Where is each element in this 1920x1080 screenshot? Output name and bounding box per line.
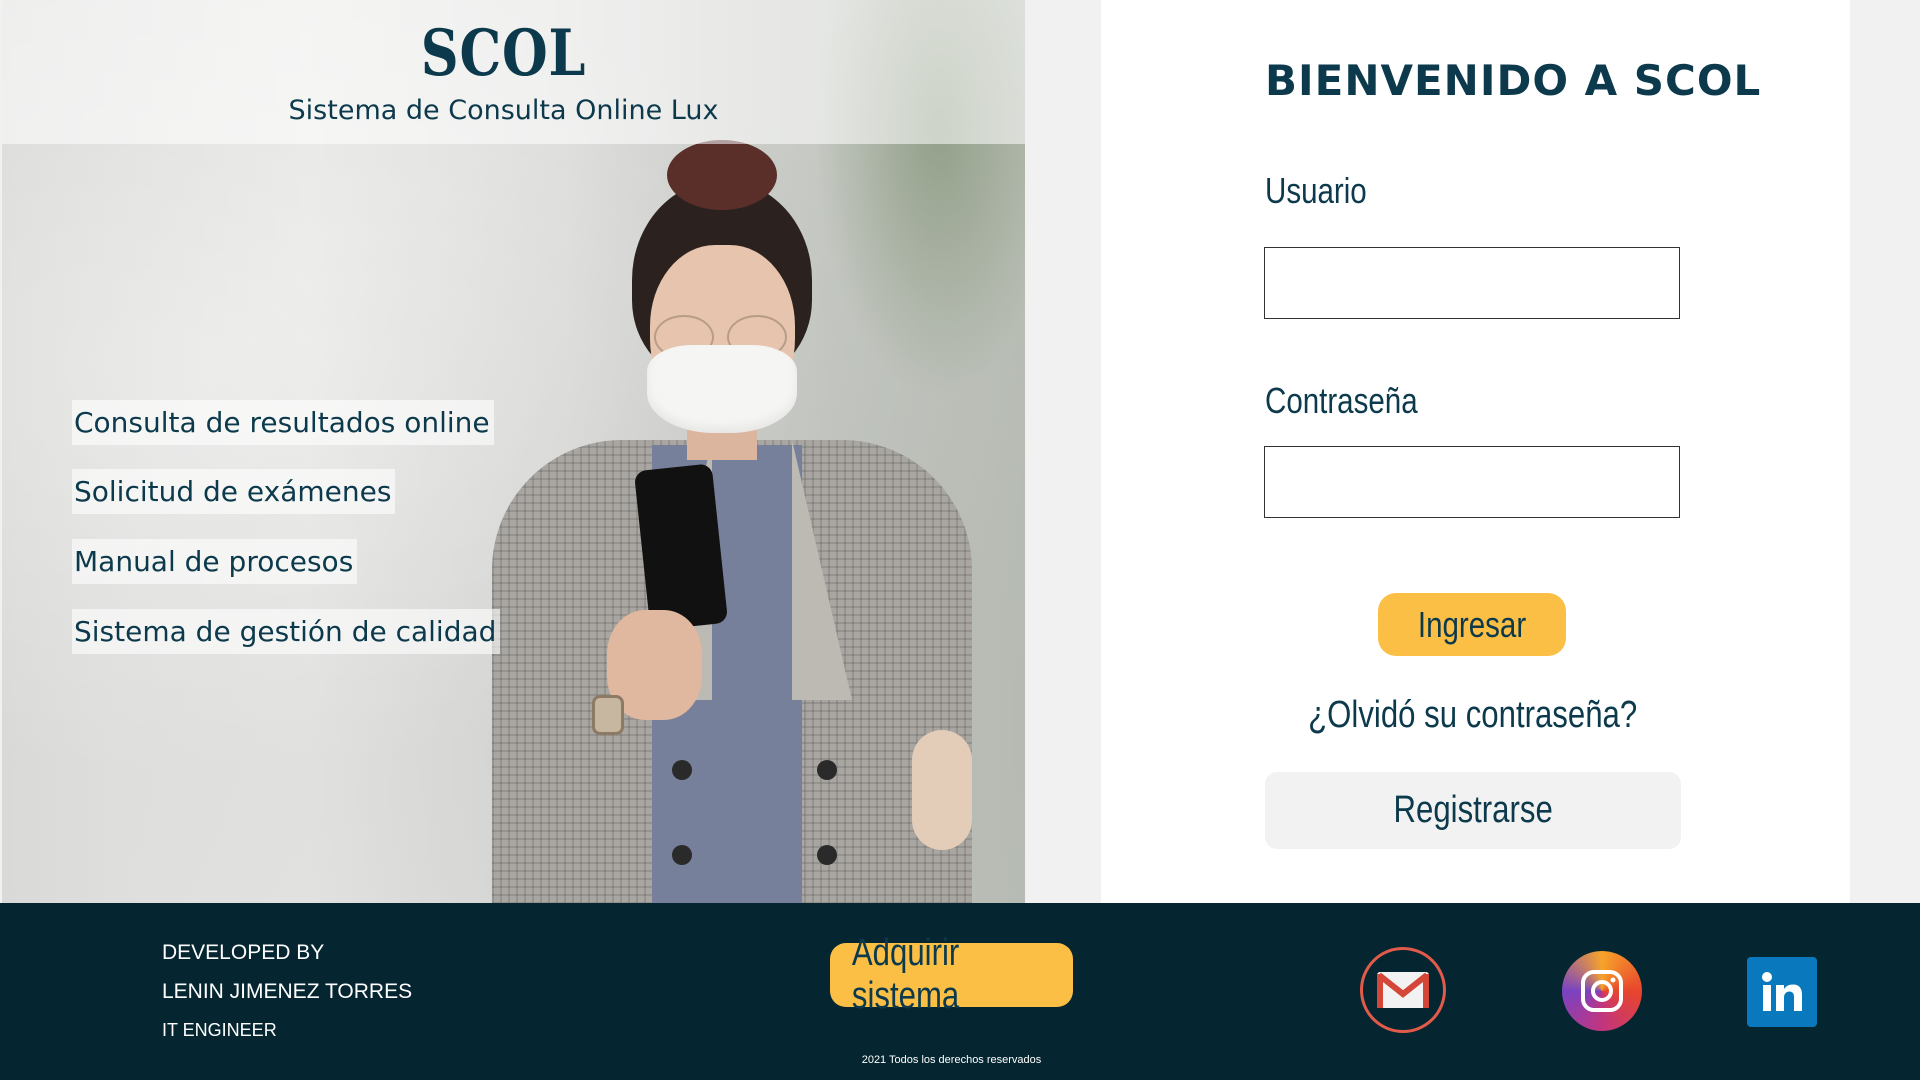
login-panel: BIENVENIDO A SCOL Usuario Contraseña Ing… bbox=[1101, 0, 1850, 903]
gmail-icon[interactable] bbox=[1360, 947, 1446, 1033]
woman-with-phone-illustration bbox=[482, 140, 1002, 903]
login-button-label: Ingresar bbox=[1417, 603, 1527, 645]
forgot-password-link[interactable]: ¿Olvidó su contraseña? bbox=[1265, 694, 1681, 737]
register-button-label: Registrarse bbox=[1393, 789, 1553, 831]
welcome-heading: BIENVENIDO A SCOL bbox=[1265, 56, 1762, 105]
password-label: Contraseña bbox=[1265, 380, 1418, 421]
feature-item: Manual de procesos bbox=[72, 539, 358, 584]
linkedin-in-glyph bbox=[1762, 972, 1802, 1011]
footer: DEVELOPED BY LENIN JIMENEZ TORRES IT ENG… bbox=[0, 903, 1920, 1080]
register-button[interactable]: Registrarse bbox=[1265, 772, 1681, 849]
password-input[interactable] bbox=[1264, 446, 1680, 518]
hero-image: SCOL Sistema de Consulta Online Lux Cons… bbox=[2, 0, 1025, 903]
copyright-text: 2021 Todos los derechos reservados bbox=[861, 1054, 1042, 1066]
username-label: Usuario bbox=[1265, 170, 1367, 211]
username-input[interactable] bbox=[1264, 247, 1680, 319]
feature-item: Sistema de gestión de calidad bbox=[72, 609, 501, 654]
buy-system-label: Adquirir sistema bbox=[851, 932, 960, 1017]
developer-name: LENIN JIMENEZ TORRES bbox=[162, 980, 413, 1003]
gmail-envelope-glyph bbox=[1377, 972, 1429, 1008]
buy-system-button[interactable]: Adquirir sistema bbox=[830, 932, 1073, 1017]
instagram-camera-glyph bbox=[1581, 970, 1623, 1012]
forgot-password-label: ¿Olvidó su contraseña? bbox=[1308, 694, 1638, 736]
app-subtitle: Sistema de Consulta Online Lux bbox=[288, 95, 719, 126]
developed-by-label: DEVELOPED BY bbox=[162, 941, 325, 964]
feature-item: Consulta de resultados online bbox=[72, 400, 494, 445]
app-logo-title: SCOL bbox=[420, 16, 587, 91]
login-button[interactable]: Ingresar bbox=[1378, 593, 1566, 656]
instagram-icon[interactable] bbox=[1562, 951, 1642, 1031]
developer-role: IT ENGINEER bbox=[162, 1020, 277, 1040]
feature-item: Solicitud de exámenes bbox=[72, 469, 396, 514]
linkedin-icon[interactable] bbox=[1747, 957, 1817, 1027]
